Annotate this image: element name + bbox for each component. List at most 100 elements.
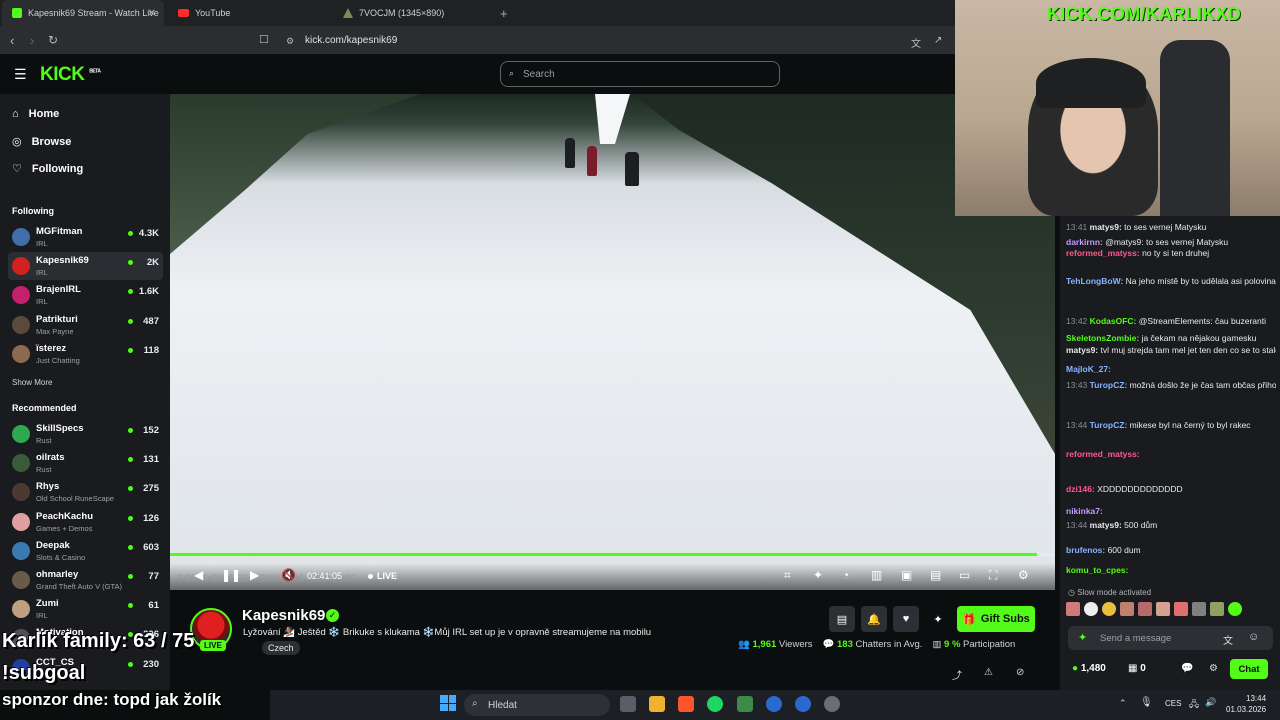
windows-start-icon[interactable] [440,695,456,711]
chat-username[interactable]: nikinka7: [1066,506,1103,516]
hide-icon[interactable]: ⊘ [1016,667,1024,678]
emote-icon[interactable] [1102,602,1116,616]
emote-icon[interactable] [1210,602,1224,616]
emote-icon[interactable] [1138,602,1152,616]
spotify-icon[interactable] [707,696,723,712]
notes-button[interactable]: ▤ [829,606,855,632]
video-player[interactable] [170,94,1055,590]
app-icon[interactable] [737,696,753,712]
emoji-icon[interactable]: ☺ [1248,631,1259,643]
chat-username[interactable]: SkeletonsZombie: [1066,333,1142,343]
url-field[interactable]: kick.com/kapesnik69 [305,35,397,46]
translate-icon[interactable]: 文 [1223,632,1233,647]
sidebar-channel[interactable]: Deepak Slots & Casino 603 [8,537,163,565]
chat-username[interactable]: matys9: [1090,222,1125,232]
forward-icon[interactable]: › [30,33,34,48]
sidebar-channel[interactable]: ïsterez Just Chatting 118 [8,340,163,368]
translate-icon[interactable]: 文 [911,35,921,50]
chat-input[interactable]: ✦ Send a message 文 ☺ [1068,626,1273,650]
stats-icon[interactable]: ▥ [871,568,882,582]
nav-browse[interactable]: ◎ Browse [12,135,71,149]
theater-icon[interactable]: ▭ [959,568,970,582]
sidebar-channel[interactable]: PeachKachu Games + Demos 126 [8,508,163,536]
boost-button[interactable]: ✦ [925,606,951,632]
chat-username[interactable]: KodasOFC: [1090,316,1139,326]
chat-users-icon[interactable]: 💬 [1181,663,1193,674]
chat-username[interactable]: dzi146: [1066,484,1097,494]
forward-skip-icon[interactable]: ▶ [250,568,259,582]
speed-icon[interactable]: ◔ [842,568,849,582]
chat-username[interactable]: TuropCZ: [1090,380,1130,390]
clip-icon[interactable]: ⌗ [784,568,791,583]
gift-subs-button[interactable]: 🎁 Gift Subs [957,606,1035,632]
bookmark-icon[interactable]: ☐ [259,33,269,46]
keyboard-language[interactable]: CES [1165,699,1181,708]
browser-tab-youtube[interactable]: YouTube [168,0,328,26]
volume-icon[interactable]: 🔊 [1205,697,1216,708]
browser-tab-image[interactable]: 7VOCJM (1345×890) [333,0,493,26]
chat-username[interactable]: TuropCZ: [1090,420,1130,430]
kick-logo[interactable]: KICK BETA [40,64,101,86]
sidebar-channel[interactable]: Kapesnik69 IRL 2K [8,252,163,281]
emote-icon[interactable] [1228,602,1242,616]
new-tab-icon[interactable]: + [500,6,508,21]
chat-username[interactable]: TehLongBoW: [1066,276,1126,286]
microphone-icon[interactable]: 🎙 [1140,697,1153,708]
chat-username[interactable]: MajloK_27: [1066,364,1111,374]
obs-icon[interactable] [824,696,840,712]
rewind-icon[interactable]: ◀ [194,568,203,582]
chat-username[interactable]: matys9: [1090,520,1125,530]
mute-icon[interactable]: 🔇 [281,568,296,582]
close-tab-icon[interactable]: ✕ [148,8,156,19]
store-points[interactable]: ▦ 0 [1128,663,1146,674]
report-icon[interactable]: ⚠ [984,667,993,678]
fullscreen-icon[interactable]: ⛶ [989,568,997,583]
reload-icon[interactable]: ↻ [48,33,58,47]
chat-username[interactable]: reformed_matyss: [1066,449,1140,459]
streamer-name[interactable]: Kapesnik69 [242,607,325,624]
chat-username[interactable]: darkirnn: [1066,237,1105,247]
sidebar-channel[interactable]: Rhys Old School RuneScape 275 [8,478,163,506]
browser-tab-kick[interactable]: Kapesnik69 Stream - Watch Live ✕ [2,0,164,26]
sidebar-channel[interactable]: SkillSpecs Rust 152 [8,420,163,448]
notify-button[interactable]: 🔔 [861,606,887,632]
task-view-icon[interactable] [620,696,636,712]
sidebar-channel[interactable]: MGFitman IRL 4.3K [8,223,163,251]
sparkle-icon[interactable]: ✦ [813,568,823,582]
share-icon[interactable]: ⤴ [952,667,962,682]
chat-username[interactable]: reformed_matyss: [1066,248,1142,258]
channel-points[interactable]: ● 1,480 [1072,663,1106,674]
brave-browser-icon[interactable] [678,696,694,712]
sidebar-channel[interactable]: BrajenIRL IRL 1.6K [8,281,163,309]
emote-icon[interactable] [1120,602,1134,616]
menu-icon[interactable]: ☰ [14,66,27,83]
emote-icon[interactable] [1156,602,1170,616]
sidebar-channel[interactable]: Zumi IRL 61 [8,595,163,623]
pip-icon[interactable]: ▣ [901,568,912,582]
chat-username[interactable]: komu_to_cpes: [1066,565,1128,575]
share-icon[interactable]: ↗ [934,35,942,46]
chat-username[interactable]: matys9: [1066,345,1101,355]
chat-settings-icon[interactable]: ⚙ [1209,663,1218,674]
search-input[interactable]: ⌕ Search [500,61,780,87]
cast-icon[interactable]: ▤ [930,568,941,582]
tray-chevron-icon[interactable]: ⌃ [1119,698,1127,709]
settings-icon[interactable]: ⚙ [1018,568,1029,582]
language-tag[interactable]: Czech [262,641,300,655]
ccleaner-icon[interactable] [795,696,811,712]
ccleaner-icon[interactable] [766,696,782,712]
live-indicator[interactable]: LIVE [368,571,397,581]
site-info-icon[interactable]: ⚙ [286,36,294,47]
emote-icon[interactable] [1174,602,1188,616]
sidebar-channel[interactable]: ohmarley Grand Theft Auto V (GTA) 77 [8,566,163,594]
emote-icon[interactable] [1192,602,1206,616]
back-icon[interactable]: ‹ [10,33,14,48]
emote-icon[interactable] [1084,602,1098,616]
windows-search-input[interactable]: ⌕ Hledat [464,694,610,716]
pause-icon[interactable]: ❚❚ [221,568,241,582]
chat-username[interactable]: brufenos: [1066,545,1108,555]
chat-send-button[interactable]: Chat [1230,659,1268,679]
taskbar-clock[interactable]: 13:44 01.03.2026 [1226,693,1266,715]
file-explorer-icon[interactable] [649,696,665,712]
nav-following[interactable]: ♡ Following [12,162,83,176]
